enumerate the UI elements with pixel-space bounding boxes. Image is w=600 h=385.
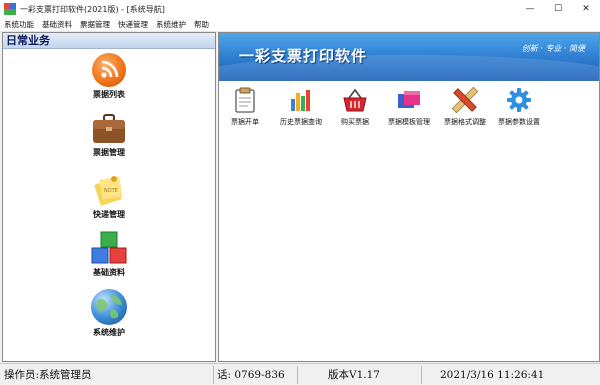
sidebar-item-system-maintenance[interactable]: 系统维护: [3, 289, 215, 338]
window-title: 一彩支票打印软件(2021版) - [系统导航]: [20, 4, 165, 14]
menu-bill-management[interactable]: 票据管理: [76, 19, 114, 30]
status-operator: 操作员:系统管理员: [4, 369, 92, 381]
globe-icon: [91, 289, 127, 325]
toolbar: 票据开单 历史票据查询 购买票据 票据模板管理 票据格式调整 票据参数设置: [219, 86, 599, 129]
sidebar-header: 日常业务: [3, 33, 215, 49]
toolbar-history-query[interactable]: 历史票据查询: [273, 87, 329, 127]
sidebar-item-label: 基础资料: [93, 268, 125, 277]
menu-system-maintenance[interactable]: 系统维护: [152, 19, 190, 30]
menu-system-functions[interactable]: 系统功能: [0, 19, 38, 30]
main-panel: 一彩支票打印软件 创新 · 专业 · 简便 票据开单 历史票据查询 购买票据 票…: [218, 32, 600, 362]
toolbar-label: 票据格式调整: [444, 118, 486, 126]
sticky-note-icon: NOTE: [92, 173, 126, 207]
sidebar-panel: 日常业务 票据列表 票据管理 NOTE 快递管理 基础资料 系统维护: [2, 32, 216, 362]
app-logo-icon: [4, 3, 16, 15]
toolbar-label: 票据参数设置: [498, 118, 540, 126]
blocks-icon: [91, 231, 127, 265]
gear-icon: [506, 87, 532, 113]
banner: 一彩支票打印软件 创新 · 专业 · 简便: [219, 33, 599, 81]
title-bar: 一彩支票打印软件(2021版) - [系统导航] — ☐ ✕: [0, 0, 600, 18]
toolbar-label: 历史票据查询: [280, 118, 322, 126]
app-window: 一彩支票打印软件(2021版) - [系统导航] — ☐ ✕ 系统功能 基础资料…: [0, 0, 600, 385]
banner-title: 一彩支票打印软件: [239, 47, 368, 65]
shopping-basket-icon: [342, 87, 368, 113]
menu-bar: 系统功能 基础资料 票据管理 快递管理 系统维护 帮助: [0, 18, 600, 32]
bar-chart-icon: [288, 87, 314, 113]
sidebar-item-basic-data[interactable]: 基础资料: [3, 231, 215, 278]
status-bar: 操作员:系统管理员 话: 0769-836 版本V1.17 2021/3/16 …: [0, 363, 600, 385]
rss-feed-icon: [92, 53, 126, 87]
briefcase-icon: [91, 113, 127, 145]
toolbar-template-management[interactable]: 票据模板管理: [383, 87, 435, 127]
toolbar-label: 票据模板管理: [388, 118, 430, 126]
banner-slogan: 创新 · 专业 · 简便: [521, 44, 585, 53]
sidebar-item-express-management[interactable]: NOTE 快递管理: [3, 173, 215, 220]
toolbar-format-adjust[interactable]: 票据格式调整: [439, 86, 491, 127]
sidebar-item-label: 快递管理: [93, 210, 125, 219]
minimize-button[interactable]: —: [516, 0, 544, 18]
sidebar-item-bill-list[interactable]: 票据列表: [3, 53, 215, 100]
toolbar-parameter-settings[interactable]: 票据参数设置: [493, 87, 545, 127]
status-datetime: 2021/3/16 11:26:41: [421, 366, 600, 384]
window-controls: — ☐ ✕: [516, 0, 600, 18]
toolbar-label: 购买票据: [341, 118, 369, 126]
status-phone: 话: 0769-836: [213, 366, 295, 384]
close-button[interactable]: ✕: [572, 0, 600, 18]
status-version: 版本V1.17: [297, 366, 419, 384]
template-icon: [396, 87, 422, 113]
svg-text:NOTE: NOTE: [104, 188, 118, 194]
menu-help[interactable]: 帮助: [190, 19, 213, 30]
sidebar-item-label: 票据列表: [93, 90, 125, 99]
sidebar-item-bill-management[interactable]: 票据管理: [3, 113, 215, 158]
toolbar-label: 票据开单: [231, 118, 259, 126]
toolbar-buy-bills[interactable]: 购买票据: [335, 87, 375, 127]
menu-basic-data[interactable]: 基础资料: [38, 19, 76, 30]
sidebar-item-label: 系统维护: [93, 328, 125, 337]
sidebar-item-label: 票据管理: [93, 148, 125, 157]
clipboard-icon: [232, 87, 258, 113]
menu-express-management[interactable]: 快递管理: [114, 19, 152, 30]
toolbar-bill-issue[interactable]: 票据开单: [227, 87, 263, 127]
maximize-button[interactable]: ☐: [544, 0, 572, 18]
ruler-pencil-icon: [451, 86, 479, 114]
